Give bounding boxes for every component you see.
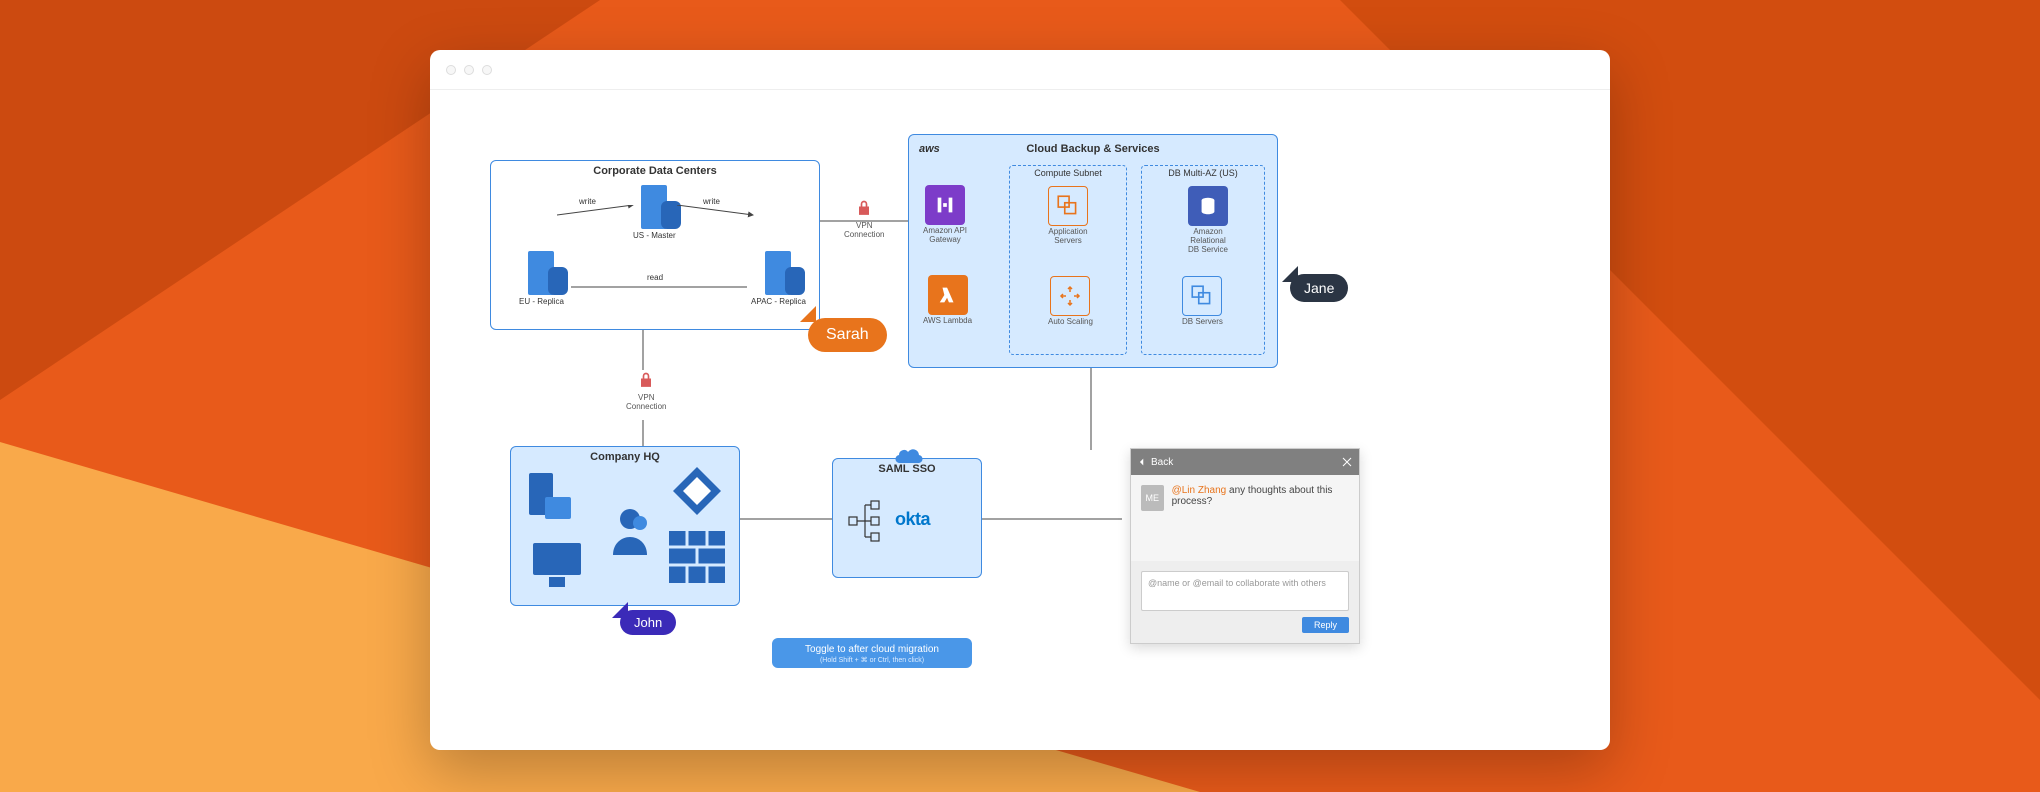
comments-input-area: @name or @email to collaborate with othe… <box>1131 561 1359 643</box>
db-servers-node[interactable]: DB Servers <box>1182 276 1223 327</box>
reply-button[interactable]: Reply <box>1302 617 1349 633</box>
write-label-1: write <box>579 197 596 206</box>
comment-mention[interactable]: @Lin Zhang <box>1172 485 1227 496</box>
db-servers-icon <box>1182 276 1222 316</box>
write-label-2: write <box>703 197 720 206</box>
apac-replica-node[interactable]: APAC - Replica <box>751 251 806 306</box>
chevron-left-icon <box>1137 457 1147 467</box>
vpn-connection-2[interactable]: VPN Connection <box>626 370 666 412</box>
cursor-sarah: Sarah <box>808 318 887 352</box>
company-hq-box[interactable]: Company HQ <box>510 446 740 606</box>
user-icon <box>605 503 655 563</box>
cloud-icon <box>893 441 927 463</box>
corporate-datacenters-box[interactable]: Corporate Data Centers US - Master EU - … <box>490 160 820 330</box>
lock-icon <box>854 198 874 220</box>
cursor-john-label: John <box>634 615 662 630</box>
devices-icon <box>525 469 575 529</box>
db-servers-caption: DB Servers <box>1182 318 1223 327</box>
toggle-main-label: Toggle to after cloud migration <box>805 644 939 655</box>
desktop-icon <box>529 539 591 591</box>
window-close-dot[interactable] <box>446 65 456 75</box>
rds-caption: Amazon Relational DB Service <box>1178 228 1238 254</box>
lambda-node[interactable]: AWS Lambda <box>923 275 972 326</box>
auto-scaling-icon <box>1050 276 1090 316</box>
vpn-label-1: VPN Connection <box>844 222 884 240</box>
comment-text: @Lin Zhang any thoughts about this proce… <box>1172 485 1349 511</box>
api-gateway-icon <box>925 185 965 225</box>
cursor-john: John <box>620 610 676 635</box>
cursor-sarah-label: Sarah <box>826 326 869 343</box>
corporate-title: Corporate Data Centers <box>491 161 819 179</box>
comments-panel[interactable]: Back ME @Lin Zhang any thoughts about th… <box>1130 448 1360 644</box>
vpn-connection-1[interactable]: VPN Connection <box>844 198 884 240</box>
diagram-canvas[interactable]: Corporate Data Centers US - Master EU - … <box>430 90 1610 750</box>
azure-ad-icon <box>671 465 723 517</box>
cursor-jane: Jane <box>1290 274 1348 302</box>
us-master-node[interactable]: US - Master <box>633 185 676 240</box>
comments-header: Back <box>1131 449 1359 475</box>
eu-replica-node[interactable]: EU - Replica <box>519 251 564 306</box>
toggle-migration-button[interactable]: Toggle to after cloud migration (Hold Sh… <box>772 638 972 668</box>
server-icon <box>765 251 791 295</box>
api-gateway-caption: Amazon API Gateway <box>923 227 967 245</box>
toggle-sub-label: (Hold Shift + ⌘ or Ctrl, then click) <box>788 656 956 664</box>
window-minimize-dot[interactable] <box>464 65 474 75</box>
lock-icon <box>636 370 656 392</box>
db-multiaz-group[interactable]: DB Multi-AZ (US) Amazon Relational DB Se… <box>1141 165 1265 355</box>
aws-title: Cloud Backup & Services <box>909 139 1277 157</box>
us-master-label: US - Master <box>633 231 676 240</box>
company-hq-title: Company HQ <box>511 447 739 465</box>
comments-input[interactable]: @name or @email to collaborate with othe… <box>1141 571 1349 611</box>
cursor-jane-label: Jane <box>1304 280 1334 296</box>
browser-titlebar <box>430 50 1610 90</box>
lambda-caption: AWS Lambda <box>923 317 972 326</box>
auto-scaling-node[interactable]: Auto Scaling <box>1048 276 1093 327</box>
comments-back-button[interactable]: Back <box>1151 457 1173 468</box>
apac-replica-label: APAC - Replica <box>751 297 806 306</box>
comment-avatar: ME <box>1141 485 1164 511</box>
window-maximize-dot[interactable] <box>482 65 492 75</box>
comment-item: ME @Lin Zhang any thoughts about this pr… <box>1131 475 1359 521</box>
server-icon <box>528 251 554 295</box>
compute-subnet-group[interactable]: Compute Subnet Application Servers Auto … <box>1009 165 1127 355</box>
okta-logo: okta <box>895 509 930 530</box>
db-multiaz-title: DB Multi-AZ (US) <box>1142 166 1264 180</box>
close-icon[interactable] <box>1341 456 1353 468</box>
saml-sso-box[interactable]: SAML SSO okta <box>832 458 982 578</box>
sso-tree-icon <box>847 499 881 543</box>
app-servers-node[interactable]: Application Servers <box>1048 186 1088 246</box>
compute-subnet-title: Compute Subnet <box>1010 166 1126 180</box>
firewall-icon <box>667 527 727 587</box>
app-servers-caption: Application Servers <box>1048 228 1087 246</box>
read-label: read <box>647 273 663 282</box>
aws-cloud-box[interactable]: aws Cloud Backup & Services Amazon API G… <box>908 134 1278 368</box>
eu-replica-label: EU - Replica <box>519 297 564 306</box>
vpn-label-2: VPN Connection <box>626 394 666 412</box>
auto-scaling-caption: Auto Scaling <box>1048 318 1093 327</box>
server-icon <box>641 185 667 229</box>
rds-icon <box>1188 186 1228 226</box>
browser-window: Corporate Data Centers US - Master EU - … <box>430 50 1610 750</box>
api-gateway-node[interactable]: Amazon API Gateway <box>923 185 967 245</box>
app-servers-icon <box>1048 186 1088 226</box>
rds-node[interactable]: Amazon Relational DB Service <box>1178 186 1238 254</box>
lambda-icon <box>928 275 968 315</box>
